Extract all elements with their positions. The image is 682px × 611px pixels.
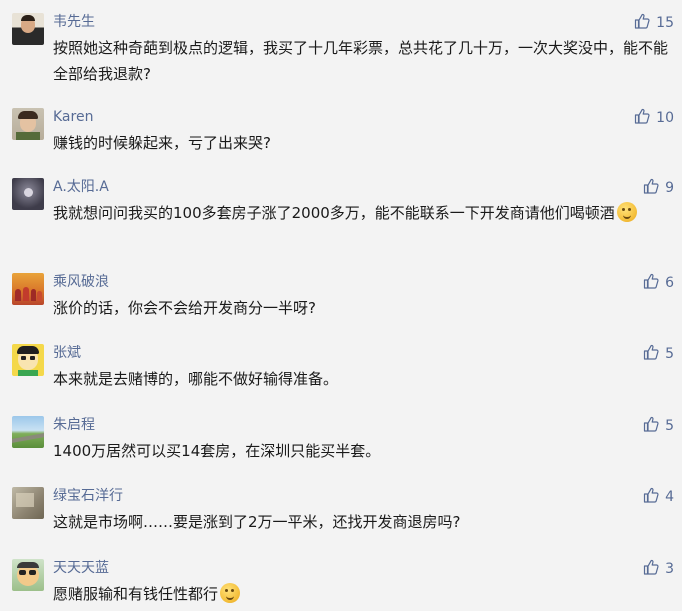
comment-item: 绿宝石洋行 4 这就是市场啊……要是涨到了2万一平米，还找开发商退房吗? <box>0 487 682 537</box>
like-button[interactable]: 6 <box>643 273 674 293</box>
comment-text: 赚钱的时候躲起来，亏了出来哭? <box>53 134 271 152</box>
like-button[interactable]: 5 <box>643 416 674 436</box>
like-count: 9 <box>665 180 674 196</box>
comment-item: A.太阳.A 9 我就想问问我买的100多套房子涨了2000多万，能不能联系一下… <box>0 178 682 253</box>
comment-item: 乘风破浪 6 涨价的话，你会不会给开发商分一半呀? <box>0 273 682 323</box>
thumbs-up-icon <box>643 273 659 293</box>
like-count: 15 <box>656 15 674 31</box>
commenter-name[interactable]: Karen <box>53 108 93 126</box>
commenter-name[interactable]: 乘风破浪 <box>53 273 109 291</box>
commenter-name[interactable]: A.太阳.A <box>53 178 109 196</box>
comment-text: 1400万居然可以买14套房，在深圳只能买半套。 <box>53 442 381 460</box>
like-count: 6 <box>665 275 674 291</box>
like-count: 4 <box>665 489 674 505</box>
like-button[interactable]: 10 <box>634 108 674 128</box>
thumbs-up-icon <box>643 416 659 436</box>
like-button[interactable]: 15 <box>634 13 674 33</box>
thumbs-up-icon <box>643 559 659 579</box>
comment-text: 愿赌服输和有钱任性都行 <box>53 581 673 607</box>
comment-text: 按照她这种奇葩到极点的逻辑，我买了十几年彩票，总共花了几十万，一次大奖没中，能不… <box>53 39 669 83</box>
thumbs-up-icon <box>643 178 659 198</box>
avatar[interactable] <box>12 273 44 305</box>
avatar[interactable] <box>12 487 44 519</box>
avatar[interactable] <box>12 416 44 448</box>
like-count: 5 <box>665 418 674 434</box>
commenter-name[interactable]: 张斌 <box>53 344 81 362</box>
comment-item: Karen 10 赚钱的时候躲起来，亏了出来哭? <box>0 108 682 158</box>
like-count: 3 <box>665 561 674 577</box>
comment-item: 朱启程 5 1400万居然可以买14套房，在深圳只能买半套。 <box>0 416 682 466</box>
like-count: 5 <box>665 346 674 362</box>
comment-text: 涨价的话，你会不会给开发商分一半呀? <box>53 299 316 317</box>
commenter-name[interactable]: 绿宝石洋行 <box>53 487 123 505</box>
commenter-name[interactable]: 天天天蓝 <box>53 559 109 577</box>
like-button[interactable]: 4 <box>643 487 674 507</box>
avatar[interactable] <box>12 108 44 140</box>
thumbs-up-icon <box>634 108 650 128</box>
like-count: 10 <box>656 110 674 126</box>
thumbs-up-icon <box>643 487 659 507</box>
comment-list: 韦先生 15 按照她这种奇葩到极点的逻辑，我买了十几年彩票，总共花了几十万，一次… <box>0 0 682 611</box>
thumbs-up-icon <box>634 13 650 33</box>
commenter-name[interactable]: 朱启程 <box>53 416 95 434</box>
comment-item: 天天天蓝 3 愿赌服输和有钱任性都行 <box>0 559 682 609</box>
avatar[interactable] <box>12 178 44 210</box>
like-button[interactable]: 3 <box>643 559 674 579</box>
avatar[interactable] <box>12 344 44 376</box>
comment-item: 张斌 5 本来就是去赌博的，哪能不做好输得准备。 <box>0 344 682 394</box>
thinking-face-icon <box>616 202 637 222</box>
avatar[interactable] <box>12 559 44 591</box>
thinking-face-icon <box>220 583 241 603</box>
comment-text: 这就是市场啊……要是涨到了2万一平米，还找开发商退房吗? <box>53 513 461 531</box>
commenter-name[interactable]: 韦先生 <box>53 13 95 31</box>
like-button[interactable]: 5 <box>643 344 674 364</box>
comment-text: 本来就是去赌博的，哪能不做好输得准备。 <box>53 370 339 388</box>
thumbs-up-icon <box>643 344 659 364</box>
avatar[interactable] <box>12 13 44 45</box>
comment-text: 我就想问问我买的100多套房子涨了2000多万，能不能联系一下开发商请他们喝顿酒 <box>53 200 673 226</box>
comment-item: 韦先生 15 按照她这种奇葩到极点的逻辑，我买了十几年彩票，总共花了几十万，一次… <box>0 13 682 83</box>
like-button[interactable]: 9 <box>643 178 674 198</box>
